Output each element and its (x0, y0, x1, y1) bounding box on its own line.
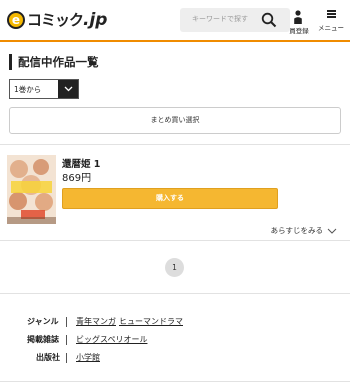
separator (66, 353, 67, 363)
synopsis-label: あらすじをみる (270, 226, 323, 235)
search-placeholder: キーワードで探す (192, 15, 248, 23)
logo-jp: .jp (83, 9, 108, 30)
item-title[interactable]: 還暦姫 1 (62, 156, 100, 170)
volume-select-value: 1巻から (14, 85, 42, 94)
synopsis-toggle[interactable]: あらすじをみる (271, 225, 337, 236)
hamburger-icon (326, 10, 336, 18)
genre-link[interactable]: ヒューマンドラマ (119, 317, 183, 326)
volume-select[interactable]: 1巻から (9, 79, 79, 99)
item-price: 869円 (62, 173, 92, 184)
chevron-down-icon[interactable] (58, 80, 78, 98)
cover-image[interactable] (7, 155, 56, 224)
separator (66, 335, 67, 345)
meta-magazine: 掲載雑誌 ビッグスペリオール (0, 334, 350, 346)
publisher-label: 出版社 (36, 353, 60, 362)
genre-link[interactable]: 青年マンガ (76, 317, 116, 326)
publisher-link[interactable]: 小学館 (76, 353, 100, 362)
section-title: 配信中作品一覧 (9, 54, 99, 70)
site-header: e コミック .jp キーワードで探す 員登録 メニュー (0, 0, 350, 42)
search-icon[interactable] (261, 12, 277, 28)
register-label: 員登録 (289, 27, 309, 35)
divider (0, 240, 350, 241)
logo-text: コミック (27, 11, 84, 29)
menu-button[interactable]: メニュー (315, 8, 347, 32)
chevron-down-icon (327, 228, 337, 234)
register-button[interactable]: 員登録 (287, 8, 309, 35)
divider (0, 293, 350, 294)
page-number-current[interactable]: 1 (165, 258, 184, 277)
meta-genre: ジャンル 青年マンガ ヒューマンドラマ (0, 316, 350, 328)
meta-publisher: 出版社 小学館 (0, 352, 350, 364)
menu-label: メニュー (318, 24, 344, 32)
genre-label: ジャンル (27, 317, 59, 326)
divider (0, 144, 350, 145)
bulk-buy-button[interactable]: まとめ買い選択 (9, 107, 341, 134)
buy-button[interactable]: 購入する (62, 188, 278, 209)
logo-mark: e (7, 10, 25, 29)
magazine-label: 掲載雑誌 (27, 335, 59, 344)
user-icon (294, 10, 302, 24)
magazine-link[interactable]: ビッグスペリオール (76, 335, 147, 344)
site-logo[interactable]: e コミック .jp (7, 9, 107, 30)
separator (66, 317, 67, 327)
search-input[interactable]: キーワードで探す (180, 8, 290, 32)
divider (0, 381, 350, 382)
